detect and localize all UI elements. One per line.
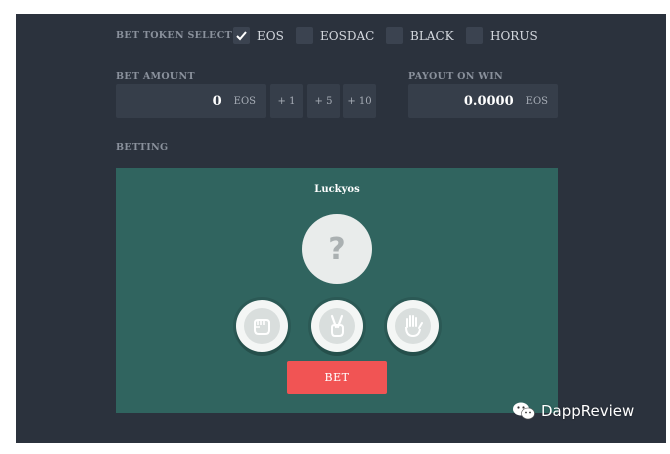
token-select-label: BET TOKEN SELECT (116, 30, 232, 41)
token-option-label: EOS (257, 28, 284, 43)
scissors-hand-icon (330, 314, 344, 337)
question-mark-icon: ? (328, 231, 346, 267)
token-option-label: EOSDAC (320, 28, 375, 43)
watermark-text: DappReview (541, 402, 635, 420)
bet-amount-value: 0 (212, 93, 222, 109)
payout-unit: EOS (525, 95, 548, 107)
wechat-icon (513, 402, 535, 420)
checkmark-icon (236, 31, 247, 41)
payout-value: 0.0000 (463, 93, 514, 109)
paper-button[interactable] (387, 300, 439, 352)
game-title: Luckyos (314, 184, 360, 195)
checkbox-eos[interactable] (233, 27, 250, 44)
token-option-label: HORUS (490, 28, 538, 43)
paper-hand-icon (405, 315, 423, 338)
payout-label: PAYOUT ON WIN (408, 71, 504, 82)
increment-1-button[interactable]: + 1 (270, 84, 303, 118)
rock-hand-icon (254, 319, 270, 335)
app-window: BET TOKEN SELECT EOS EOSDAC BLACK HORUS … (16, 14, 666, 443)
bet-button[interactable]: BET (287, 361, 387, 394)
bet-amount-unit: EOS (233, 95, 256, 107)
watermark: DappReview (512, 401, 634, 421)
increment-5-button[interactable]: + 5 (307, 84, 340, 118)
token-option-label: BLACK (410, 28, 454, 43)
checkbox-horus[interactable] (466, 27, 483, 44)
bet-amount-label: BET AMOUNT (116, 71, 195, 82)
bet-amount-input[interactable]: 0 EOS (116, 84, 266, 118)
token-option-horus[interactable]: HORUS (466, 27, 538, 44)
payout-field: 0.0000 EOS (408, 84, 558, 118)
rock-button[interactable] (236, 300, 288, 352)
increment-10-button[interactable]: + 10 (343, 84, 376, 118)
checkbox-black[interactable] (386, 27, 403, 44)
scissors-button[interactable] (311, 300, 363, 352)
betting-label: BETTING (116, 142, 169, 153)
token-option-eosdac[interactable]: EOSDAC (296, 27, 374, 44)
betting-board: Luckyos ? BET (116, 168, 558, 413)
token-option-black[interactable]: BLACK (386, 27, 454, 44)
checkbox-eosdac[interactable] (296, 27, 313, 44)
token-option-eos[interactable]: EOS (233, 27, 284, 44)
mystery-result: ? (302, 214, 372, 284)
